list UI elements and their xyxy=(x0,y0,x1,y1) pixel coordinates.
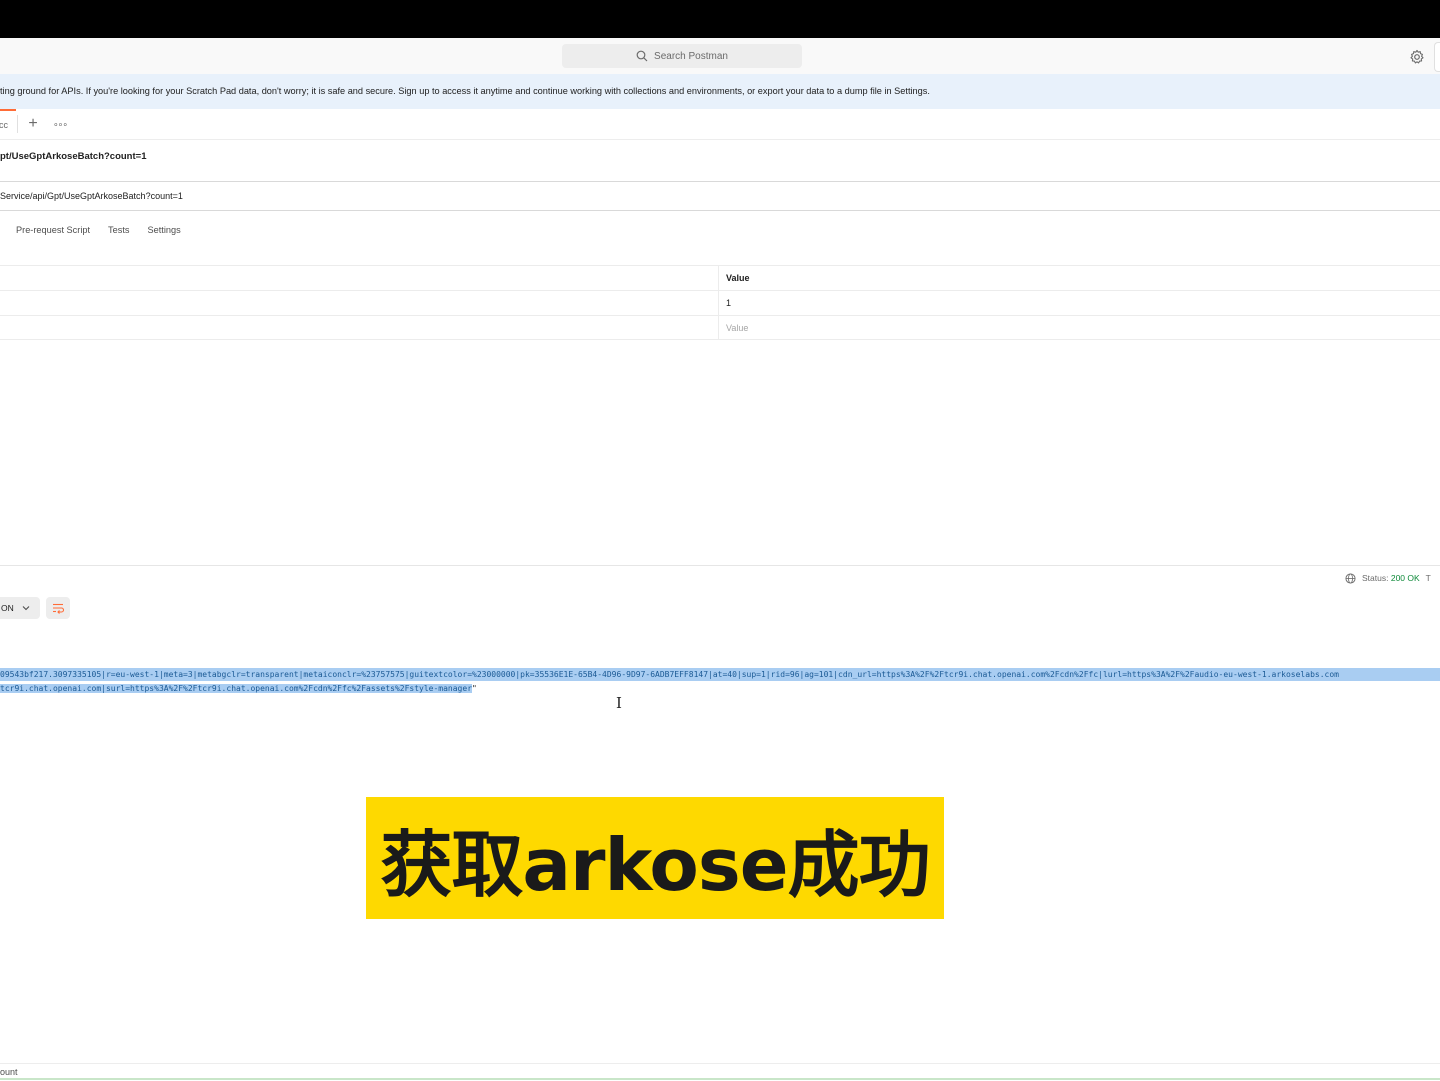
response-status: Status: 200 OK T xyxy=(1345,571,1431,585)
request-tab-bar: cc + ∘∘∘ xyxy=(0,109,1440,140)
footer-text[interactable]: ount xyxy=(0,1067,18,1077)
param-value-cell[interactable]: 1 xyxy=(726,291,731,315)
value-column-header: Value xyxy=(726,273,750,283)
banner-text: ting ground for APIs. If you're looking … xyxy=(0,86,930,96)
column-divider xyxy=(718,316,719,339)
unselected-text: " xyxy=(472,684,477,693)
wrap-lines-button[interactable] xyxy=(46,597,70,619)
table-header-row: Value xyxy=(0,265,1440,290)
response-divider[interactable] xyxy=(0,565,1440,566)
tab-label: cc xyxy=(0,120,8,130)
tab-separator xyxy=(17,115,18,133)
response-format-select[interactable]: ON xyxy=(0,597,40,619)
search-placeholder: Search Postman xyxy=(654,50,728,62)
status-label-text: Status: xyxy=(1362,573,1389,583)
search-box[interactable]: Search Postman xyxy=(562,44,802,68)
format-label: ON xyxy=(1,603,14,613)
param-value-input[interactable]: Value xyxy=(726,316,748,340)
params-table: Value 1 Value xyxy=(0,265,1440,340)
table-row[interactable]: Value xyxy=(0,315,1440,340)
chevron-down-icon xyxy=(22,606,30,611)
search-icon xyxy=(636,50,648,62)
column-divider xyxy=(718,291,719,315)
status-label: Status: 200 OK xyxy=(1362,573,1420,583)
text-cursor-icon: I xyxy=(616,694,622,712)
tab-settings[interactable]: Settings xyxy=(148,220,181,240)
url-bar[interactable]: Service/api/Gpt/UseGptArkoseBatch?count=… xyxy=(0,181,1440,211)
header-button-edge[interactable] xyxy=(1434,42,1440,72)
selected-text: tcr9i.chat.openai.com|surl=https%3A%2F%2… xyxy=(0,684,473,693)
globe-icon[interactable] xyxy=(1345,572,1356,584)
request-name[interactable]: pt/UseGptArkoseBatch?count=1 xyxy=(0,151,147,162)
app-header: Search Postman xyxy=(0,38,1440,75)
tab-active-request[interactable]: cc xyxy=(0,109,16,139)
response-body-line[interactable]: tcr9i.chat.openai.com|surl=https%3A%2F%2… xyxy=(0,682,477,695)
status-badge[interactable]: 200 OK xyxy=(1391,573,1420,583)
wrap-lines-icon xyxy=(53,603,64,614)
url-input[interactable]: Service/api/Gpt/UseGptArkoseBatch?count=… xyxy=(0,182,183,210)
column-divider xyxy=(718,266,719,290)
info-banner: ting ground for APIs. If you're looking … xyxy=(0,74,1440,109)
caption-text: 获取arkose成功 xyxy=(380,822,930,907)
tab-pre-request-script[interactable]: Pre-request Script xyxy=(16,220,90,240)
response-body-line[interactable]: 09543bf217.3097335105|r=eu-west-1|meta=3… xyxy=(0,668,1440,681)
top-black-bar xyxy=(0,0,1440,38)
selected-text: 09543bf217.3097335105|r=eu-west-1|meta=3… xyxy=(0,668,1440,681)
tab-tests[interactable]: Tests xyxy=(108,220,129,240)
gear-icon[interactable] xyxy=(1409,49,1425,65)
status-trail-text[interactable]: T xyxy=(1426,573,1431,583)
caption-overlay: 获取arkose成功 xyxy=(366,797,944,919)
more-tabs-icon[interactable]: ∘∘∘ xyxy=(52,115,68,133)
new-tab-button[interactable]: + xyxy=(25,115,41,133)
table-row[interactable]: 1 xyxy=(0,290,1440,315)
request-section-tabs: Pre-request Script Tests Settings xyxy=(0,220,181,240)
